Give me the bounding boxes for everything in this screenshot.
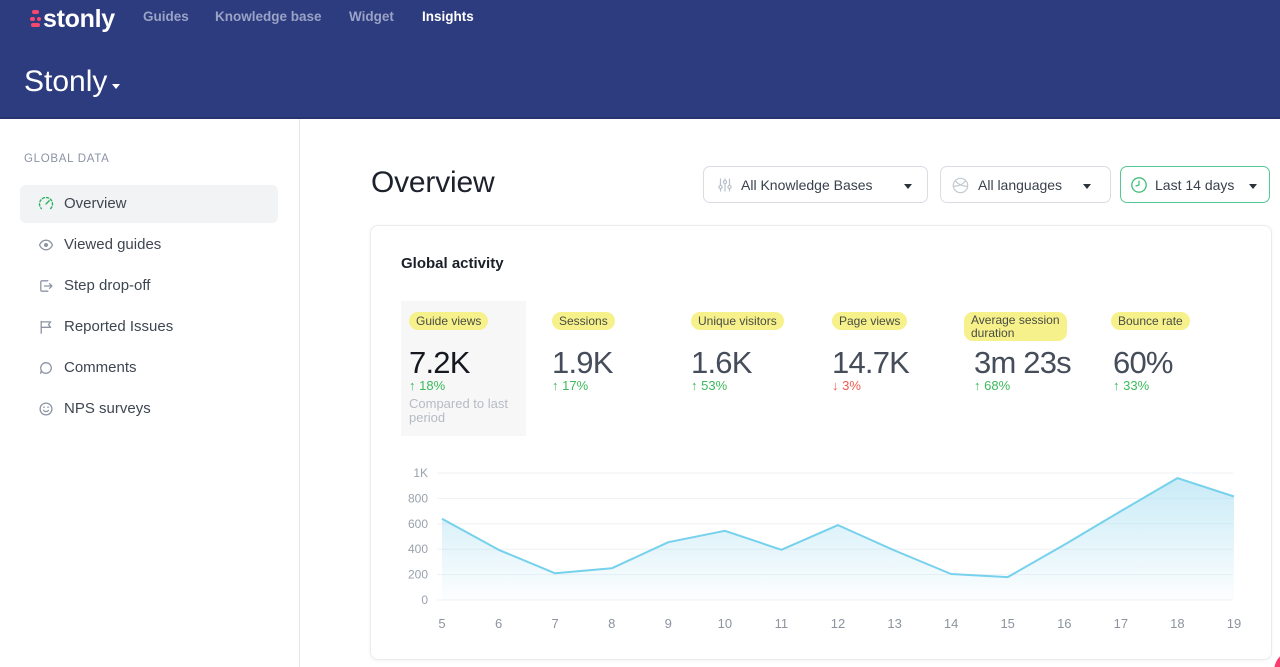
svg-text:0: 0 <box>421 593 428 607</box>
svg-text:8: 8 <box>608 616 615 631</box>
svg-text:200: 200 <box>408 568 428 582</box>
svg-text:15: 15 <box>1000 616 1014 631</box>
svg-text:5: 5 <box>438 616 445 631</box>
svg-text:12: 12 <box>831 616 845 631</box>
svg-text:800: 800 <box>408 491 428 505</box>
svg-text:18: 18 <box>1170 616 1184 631</box>
svg-text:6: 6 <box>495 616 502 631</box>
svg-text:16: 16 <box>1057 616 1071 631</box>
svg-text:400: 400 <box>408 542 428 556</box>
svg-text:1K: 1K <box>413 466 428 480</box>
svg-text:13: 13 <box>887 616 901 631</box>
svg-text:19: 19 <box>1227 616 1241 631</box>
svg-text:7: 7 <box>551 616 558 631</box>
svg-text:14: 14 <box>944 616 958 631</box>
svg-text:9: 9 <box>665 616 672 631</box>
svg-text:10: 10 <box>718 616 732 631</box>
svg-text:600: 600 <box>408 517 428 531</box>
svg-text:17: 17 <box>1114 616 1128 631</box>
svg-text:11: 11 <box>775 616 789 631</box>
